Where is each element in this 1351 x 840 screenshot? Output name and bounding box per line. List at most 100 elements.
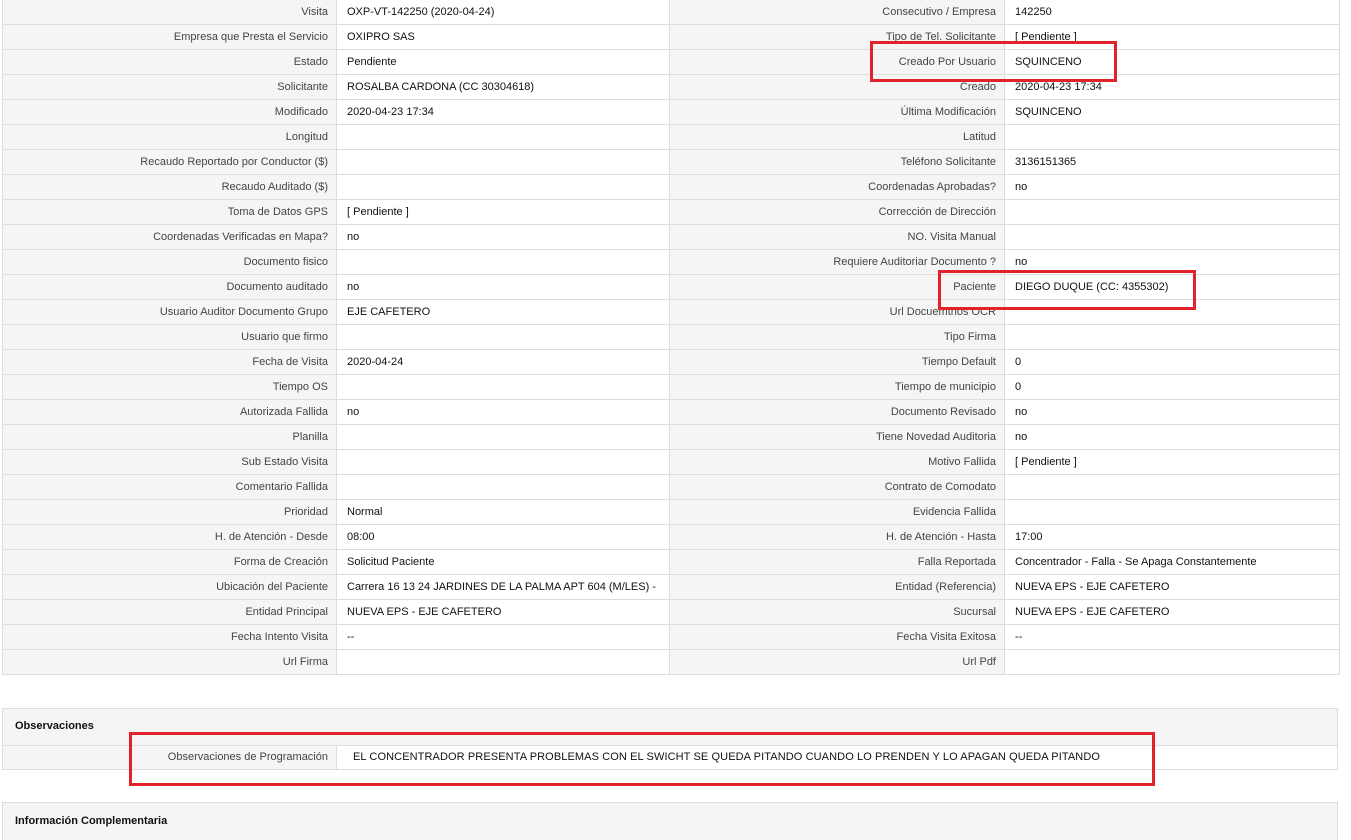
field-label: H. de Atención - Desde: [3, 525, 337, 549]
field-value: 17:00: [1005, 525, 1337, 549]
field-label: Recaudo Auditado ($): [3, 175, 337, 199]
field-label: Paciente: [670, 275, 1005, 299]
field-label: Usuario que firmo: [3, 325, 337, 349]
field-value: [1005, 225, 1337, 249]
field-value: 0: [1005, 350, 1337, 374]
field-value: [337, 450, 670, 474]
field-value: 142250: [1005, 0, 1337, 24]
field-value: DIEGO DUQUE (CC: 4355302): [1005, 275, 1337, 299]
field-value: SQUINCENO: [1005, 50, 1337, 74]
field-value: Solicitud Paciente: [337, 550, 670, 574]
field-label: Ubicación del Paciente: [3, 575, 337, 599]
field-value: [1005, 200, 1337, 224]
field-value: 08:00: [337, 525, 670, 549]
field-value: Carrera 16 13 24 JARDINES DE LA PALMA AP…: [337, 575, 670, 599]
field-label: Teléfono Solicitante: [670, 150, 1005, 174]
field-value: NUEVA EPS - EJE CAFETERO: [1005, 575, 1337, 599]
field-label: Visita: [3, 0, 337, 24]
field-value: [337, 150, 670, 174]
field-label: Modificado: [3, 100, 337, 124]
field-label: Sucursal: [670, 600, 1005, 624]
field-label: Tiene Novedad Auditoria: [670, 425, 1005, 449]
detail-row: Recaudo Reportado por Conductor ($) Teléf…: [3, 150, 1339, 175]
field-label: Comentario Fallida: [3, 475, 337, 499]
field-label: Documento auditado: [3, 275, 337, 299]
detail-row: Toma de Datos GPS[ Pendiente ] Corrección…: [3, 200, 1339, 225]
field-label: Estado: [3, 50, 337, 74]
detail-row: Comentario Fallida Contrato de Comodato: [3, 475, 1339, 500]
field-label: Fecha de Visita: [3, 350, 337, 374]
field-value: [1005, 125, 1337, 149]
field-label: Coordenadas Verificadas en Mapa?: [3, 225, 337, 249]
field-label: NO. Visita Manual: [670, 225, 1005, 249]
detail-row: Modificado 2020-04-23 17:34 Última Modific…: [3, 100, 1339, 125]
field-value: [337, 375, 670, 399]
detail-row: Estado Pendiente Creado Por Usuario SQUINCE…: [3, 50, 1339, 75]
field-value: [1005, 300, 1337, 324]
detail-row: Tiempo OS Tiempo de municipio 0: [3, 375, 1339, 400]
field-label: Contrato de Comodato: [670, 475, 1005, 499]
detail-row: Autorizada Fallida no Documento Revisado no: [3, 400, 1339, 425]
field-label: Requiere Auditoriar Documento ?: [670, 250, 1005, 274]
field-value: [337, 475, 670, 499]
field-label: Usuario Auditor Documento Grupo: [3, 300, 337, 324]
field-value: [337, 425, 670, 449]
detail-row: Solicitante ROSALBA CARDONA (CC 30304618)…: [3, 75, 1339, 100]
detail-row: Usuario que firmo Tipo Firma: [3, 325, 1339, 350]
field-label: Fecha Intento Visita: [3, 625, 337, 649]
detail-row: Fecha Intento Visita -- Fecha Visita Exito…: [3, 625, 1339, 650]
field-label: H. de Atención - Hasta: [670, 525, 1005, 549]
field-label: Documento Revisado: [670, 400, 1005, 424]
detail-row: Fecha de Visita 2020-04-24 Tiempo Default 0: [3, 350, 1339, 375]
field-label: Recaudo Reportado por Conductor ($): [3, 150, 337, 174]
detail-row: Visita OXP-VT-142250 (2020-04-24) Consecut…: [3, 0, 1339, 25]
field-label: Forma de Creación: [3, 550, 337, 574]
field-value: --: [1005, 625, 1337, 649]
field-label: Documento fisico: [3, 250, 337, 274]
field-value: EJE CAFETERO: [337, 300, 670, 324]
complementaria-section-header: Información Complementaria: [2, 802, 1338, 840]
observaciones-title: Observaciones: [15, 720, 94, 732]
field-value: [ Pendiente ]: [1005, 25, 1337, 49]
detail-row: Entidad Principal NUEVA EPS - EJE CAFETER…: [3, 600, 1339, 625]
field-value: 3136151365: [1005, 150, 1337, 174]
field-label: Longitud: [3, 125, 337, 149]
field-label: Empresa que Presta el Servicio: [3, 25, 337, 49]
field-label: Entidad (Referencia): [670, 575, 1005, 599]
field-label: Entidad Principal: [3, 600, 337, 624]
field-label: Prioridad: [3, 500, 337, 524]
field-value: NUEVA EPS - EJE CAFETERO: [337, 600, 670, 624]
field-label: Coordenadas Aprobadas?: [670, 175, 1005, 199]
field-value: [337, 325, 670, 349]
field-label: Falla Reportada: [670, 550, 1005, 574]
detail-row: Usuario Auditor Documento Grupo EJE CAFET…: [3, 300, 1339, 325]
observaciones-section-header: Observaciones: [2, 708, 1338, 746]
field-value: [337, 250, 670, 274]
field-value: [337, 650, 670, 674]
field-value: [337, 175, 670, 199]
field-value: no: [1005, 175, 1337, 199]
field-value: 2020-04-23 17:34: [1005, 75, 1337, 99]
observaciones-value: EL CONCENTRADOR PRESENTA PROBLEMAS CON E…: [353, 751, 1101, 763]
field-label: Corrección de Dirección: [670, 200, 1005, 224]
detail-row: Recaudo Auditado ($) Coordenadas Aprobada…: [3, 175, 1339, 200]
observaciones-label: Observaciones de Programación: [3, 746, 337, 769]
field-label: Sub Estado Visita: [3, 450, 337, 474]
field-label: Última Modificación: [670, 100, 1005, 124]
field-value: OXP-VT-142250 (2020-04-24): [337, 0, 670, 24]
field-value: [1005, 475, 1337, 499]
detail-row: Planilla Tiene Novedad Auditoria no: [3, 425, 1339, 450]
field-value: SQUINCENO: [1005, 100, 1337, 124]
field-value: [1005, 325, 1337, 349]
field-label: Tipo Firma: [670, 325, 1005, 349]
field-value: 0: [1005, 375, 1337, 399]
field-label: Url Docuemtnos OCR: [670, 300, 1005, 324]
detail-row: Prioridad Normal Evidencia Fallida: [3, 500, 1339, 525]
detail-row: Url Firma Url Pdf: [3, 650, 1339, 675]
field-value: [ Pendiente ]: [1005, 450, 1337, 474]
complementaria-title: Información Complementaria: [15, 815, 168, 827]
field-value: no: [337, 400, 670, 424]
field-label: Motivo Fallida: [670, 450, 1005, 474]
field-label: Latitud: [670, 125, 1005, 149]
field-label: Url Pdf: [670, 650, 1005, 674]
